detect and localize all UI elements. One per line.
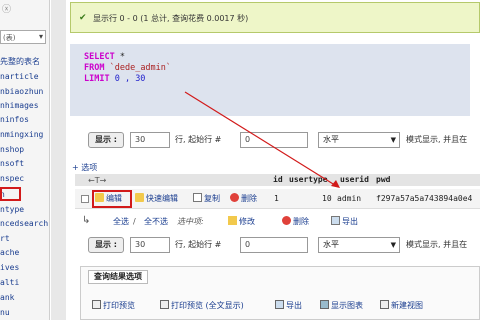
unselect-all-link[interactable]: 全不选 xyxy=(144,215,168,229)
export-icon xyxy=(331,216,340,225)
view-icon xyxy=(380,300,389,309)
display-chart-link[interactable]: 显示图表 xyxy=(320,300,363,312)
print-preview-link[interactable]: 打印预览 xyxy=(92,300,135,312)
export-label: 导出 xyxy=(286,301,302,310)
rows-count-input-bottom[interactable]: 30 xyxy=(130,237,170,253)
results-operations-legend: 查询结果选项 xyxy=(88,270,148,284)
export-icon xyxy=(275,300,284,309)
select-all-link[interactable]: 全选 xyxy=(113,215,129,229)
pencil-icon xyxy=(228,216,237,225)
bulk-modify-label: 修改 xyxy=(239,217,255,226)
display-chart-label: 显示图表 xyxy=(331,301,363,310)
selected-items-label: 选中项: xyxy=(177,217,204,226)
bulk-arrow-icon: ↳ xyxy=(82,215,91,226)
start-row-input-bottom[interactable]: 0 xyxy=(240,237,308,253)
bulk-delete-button[interactable]: 删除 xyxy=(282,215,309,229)
print-preview-full-link[interactable]: 打印预览 (全文显示) xyxy=(160,300,244,312)
bulk-export-button[interactable]: 导出 xyxy=(331,215,358,229)
bulk-delete-label: 删除 xyxy=(293,217,309,226)
mode-display-label-bottom: 模式显示, 并且在 xyxy=(406,240,468,249)
print-preview-full-label: 打印预览 (全文显示) xyxy=(171,301,244,310)
create-view-link[interactable]: 新建视图 xyxy=(380,300,423,312)
print-preview-label: 打印预览 xyxy=(103,301,135,310)
bulk-export-label: 导出 xyxy=(342,217,358,226)
direction-select-value: 水平 xyxy=(323,240,339,249)
bulk-modify-button[interactable]: 修改 xyxy=(228,215,255,229)
divider-slash: / xyxy=(133,217,136,226)
arrow-line xyxy=(184,91,339,188)
create-view-label: 新建视图 xyxy=(391,301,423,310)
chevron-down-icon: ▼ xyxy=(390,241,396,249)
printer-icon xyxy=(160,300,169,309)
chart-icon xyxy=(320,300,329,309)
direction-select-bottom[interactable]: 水平 ▼ xyxy=(318,237,400,253)
show-button-bottom[interactable]: 显示 : xyxy=(88,237,124,253)
start-row-label-bottom: 行, 起始行 # xyxy=(175,240,222,249)
export-link[interactable]: 导出 xyxy=(275,300,302,312)
printer-icon xyxy=(92,300,101,309)
delete-icon xyxy=(282,216,291,225)
